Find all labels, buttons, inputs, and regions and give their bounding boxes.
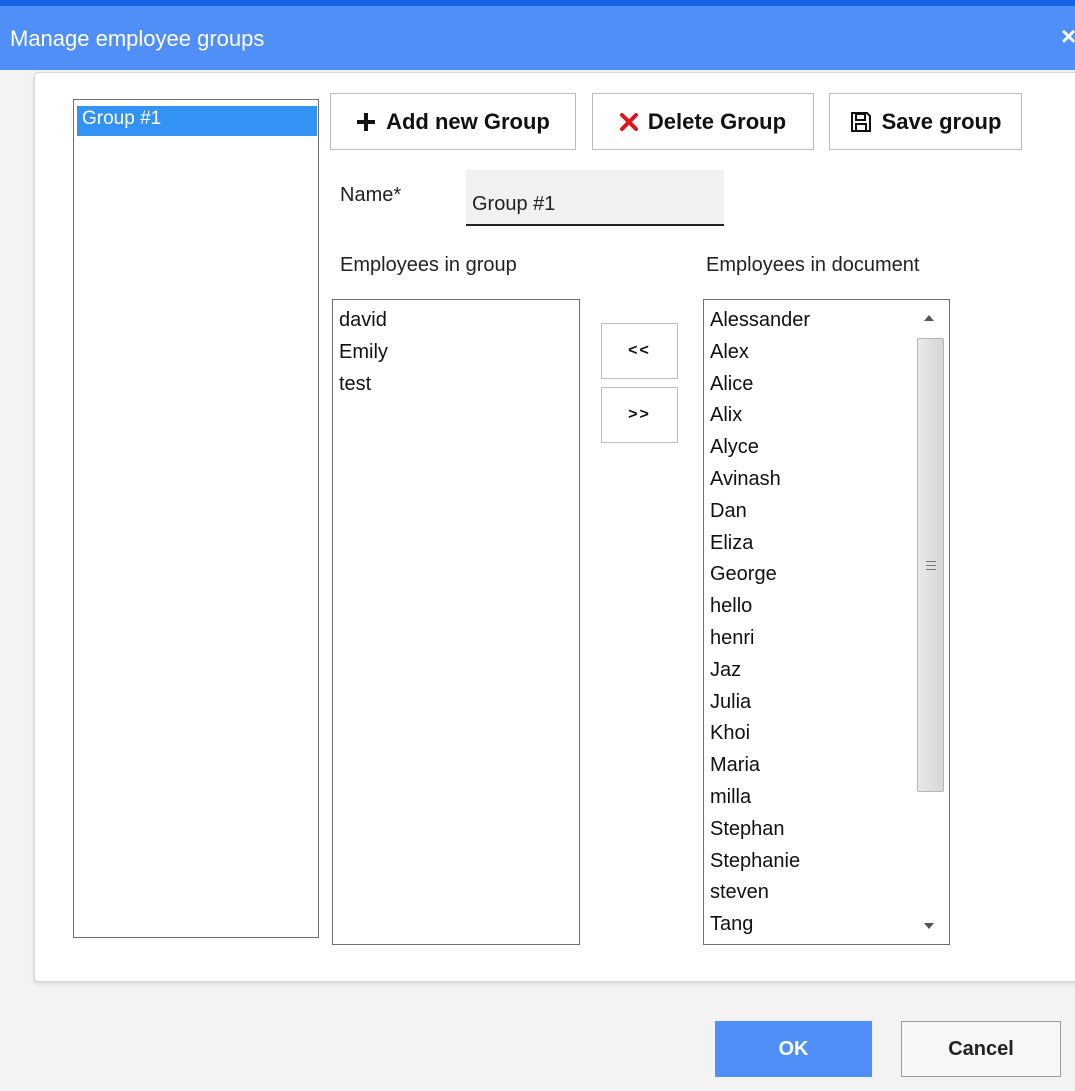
delete-group-label: Delete Group	[647, 108, 787, 134]
employees-in-group-list[interactable]: david Emily test	[332, 299, 580, 945]
floppy-disk-icon	[850, 111, 872, 133]
groups-list[interactable]: Group #1	[73, 99, 319, 938]
save-group-label: Save group	[881, 108, 1002, 134]
add-group-button[interactable]: Add new Group	[330, 93, 576, 150]
delete-group-button[interactable]: Delete Group	[592, 93, 814, 150]
employees-in-document-heading: Employees in document	[706, 254, 920, 276]
x-icon	[619, 112, 638, 131]
employees-in-group-heading: Employees in group	[340, 254, 517, 276]
add-group-label: Add new Group	[386, 108, 550, 134]
list-item[interactable]: test	[333, 369, 579, 401]
groups-list-item-selected[interactable]: Group #1	[77, 106, 317, 136]
scroll-down-arrow-icon[interactable]	[924, 923, 934, 929]
scrollbar-thumb[interactable]	[917, 338, 944, 792]
close-icon[interactable]: ×	[1061, 22, 1075, 50]
move-to-document-button[interactable]: >>	[601, 387, 678, 443]
cancel-button[interactable]: Cancel	[901, 1021, 1061, 1077]
plus-icon	[356, 112, 376, 132]
dialog-title-bar: Manage employee groups ×	[0, 6, 1075, 70]
ok-button[interactable]: OK	[715, 1021, 872, 1077]
group-name-input[interactable]	[466, 170, 724, 226]
save-group-button[interactable]: Save group	[829, 93, 1022, 150]
name-label: Name*	[340, 184, 402, 206]
grip-icon	[926, 561, 936, 570]
scroll-up-arrow-icon[interactable]	[924, 315, 934, 321]
document-list-scrollbar[interactable]	[913, 301, 949, 943]
list-item[interactable]: Emily	[333, 337, 579, 369]
list-item[interactable]: david	[333, 305, 579, 337]
dialog-title: Manage employee groups	[10, 26, 265, 51]
move-to-group-button[interactable]: <<	[601, 323, 678, 379]
